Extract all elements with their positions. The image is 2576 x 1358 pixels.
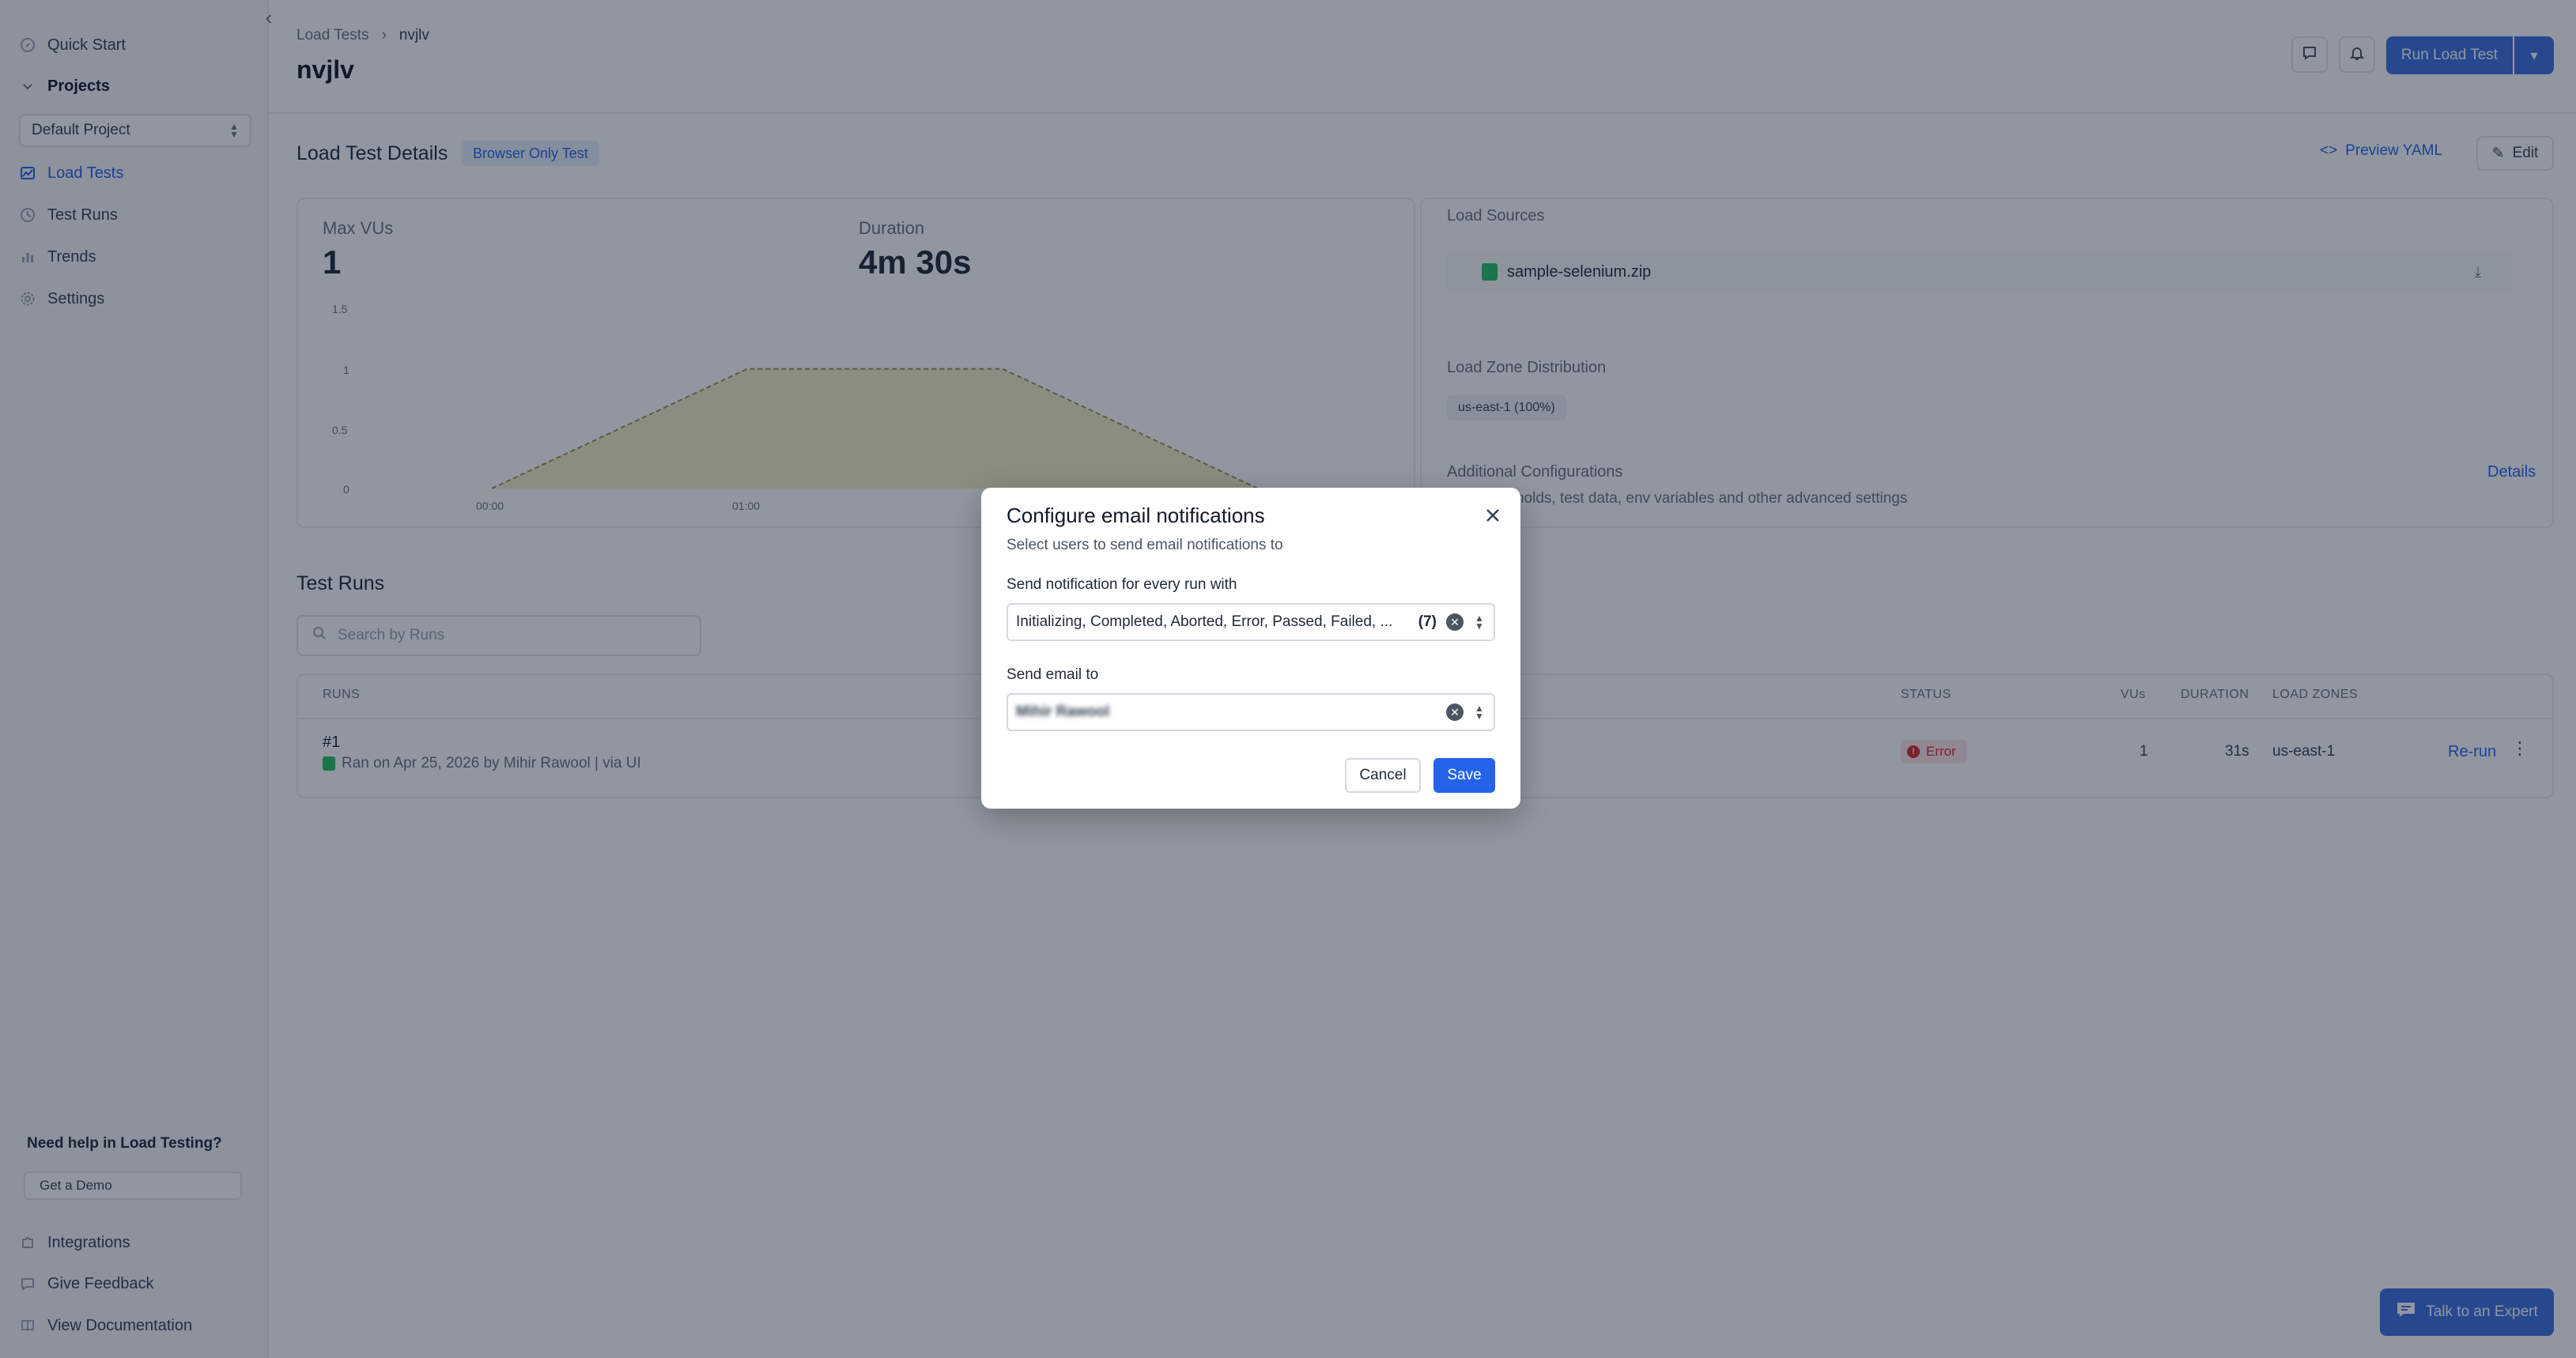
close-icon[interactable]	[1481, 504, 1505, 527]
run-status-count: (7)	[1418, 613, 1437, 630]
run-status-select[interactable]: Initializing, Completed, Aborted, Error,…	[1007, 603, 1495, 641]
updown-icon: ▲ ▼	[1475, 703, 1484, 722]
email-recipients-value: Mihir Rawool	[1016, 704, 1110, 720]
status-field-label: Send notification for every run with	[1007, 576, 1237, 593]
email-field-label: Send email to	[1007, 666, 1099, 683]
clear-icon[interactable]: ✕	[1446, 613, 1464, 631]
clear-icon[interactable]: ✕	[1446, 704, 1464, 721]
run-status-value: Initializing, Completed, Aborted, Error,…	[1016, 613, 1393, 630]
modal-subtitle: Select users to send email notifications…	[1007, 537, 1283, 553]
email-notifications-modal: Configure email notifications Select use…	[981, 488, 1520, 809]
modal-title: Configure email notifications	[1007, 504, 1265, 527]
cancel-button[interactable]: Cancel	[1345, 758, 1421, 793]
updown-icon: ▲ ▼	[1475, 613, 1484, 632]
save-button[interactable]: Save	[1433, 758, 1495, 793]
email-recipients-select[interactable]: Mihir Rawool ✕ ▲ ▼	[1007, 693, 1495, 731]
